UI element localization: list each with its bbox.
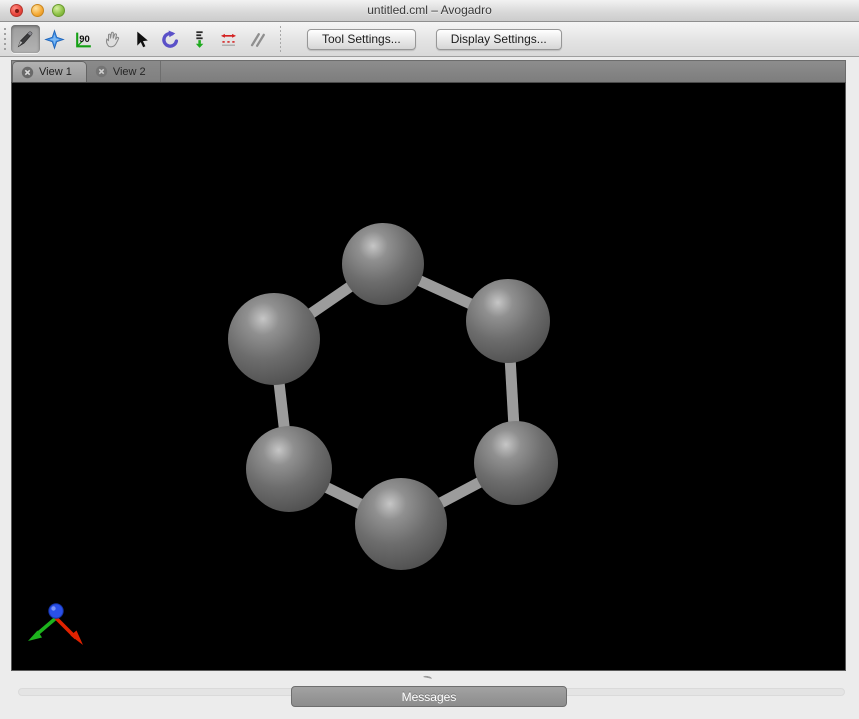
z-axis-ball (49, 604, 63, 618)
atom[interactable] (355, 478, 447, 570)
draw-tool-button[interactable] (11, 25, 40, 53)
optimize-E-down-arrow-icon (189, 29, 210, 50)
rotate-arrow-icon (160, 29, 181, 50)
bond-centric-tool-button[interactable]: 90 (69, 25, 98, 53)
toolbar-separator (280, 26, 281, 52)
view-tab-widget: View 1 View 2 (11, 60, 846, 671)
tool-settings-button[interactable]: Tool Settings... (307, 29, 416, 50)
align-tool-button[interactable] (243, 25, 272, 53)
auto-rotate-tool-button[interactable] (156, 25, 185, 53)
cursor-arrow-icon (131, 29, 152, 50)
toolbar: 90 (0, 22, 859, 57)
axes-indicator (24, 602, 96, 654)
angle-90-icon: 90 (73, 29, 94, 50)
selection-tool-button[interactable] (127, 25, 156, 53)
measure-tool-button[interactable] (214, 25, 243, 53)
molecule (12, 83, 846, 671)
auto-optimize-tool-button[interactable] (185, 25, 214, 53)
close-tab-icon[interactable] (21, 66, 34, 79)
close-tab-icon[interactable] (95, 65, 108, 78)
hand-icon (102, 29, 123, 50)
manipulate-tool-button[interactable] (98, 25, 127, 53)
atom[interactable] (474, 421, 558, 505)
bottom-panel: Messages (0, 672, 859, 719)
pencil-icon (15, 29, 36, 50)
tab-label: View 1 (39, 66, 72, 78)
display-settings-button[interactable]: Display Settings... (436, 29, 562, 50)
atom[interactable] (342, 223, 424, 305)
avogadro-window: untitled.cml – Avogadro 90 (0, 0, 859, 719)
title-bar: untitled.cml – Avogadro (0, 0, 859, 22)
measure-arrows-icon (218, 29, 239, 50)
tab-view-2[interactable]: View 2 (87, 61, 161, 82)
navigate-star-icon (44, 29, 65, 50)
splitter-handle[interactable] (423, 675, 433, 681)
atom[interactable] (466, 279, 550, 363)
atom[interactable] (246, 426, 332, 512)
atom[interactable] (228, 293, 320, 385)
toolbar-drag-handle[interactable] (3, 26, 7, 52)
navigate-tool-button[interactable] (40, 25, 69, 53)
gl-viewport[interactable] (11, 82, 846, 671)
svg-text:90: 90 (79, 34, 90, 45)
messages-button[interactable]: Messages (291, 686, 567, 707)
align-sticks-icon (247, 29, 268, 50)
view-tab-bar: View 1 View 2 (11, 60, 846, 82)
tab-view-1[interactable]: View 1 (12, 61, 87, 82)
window-title: untitled.cml – Avogadro (0, 3, 859, 17)
tab-label: View 2 (113, 66, 146, 78)
